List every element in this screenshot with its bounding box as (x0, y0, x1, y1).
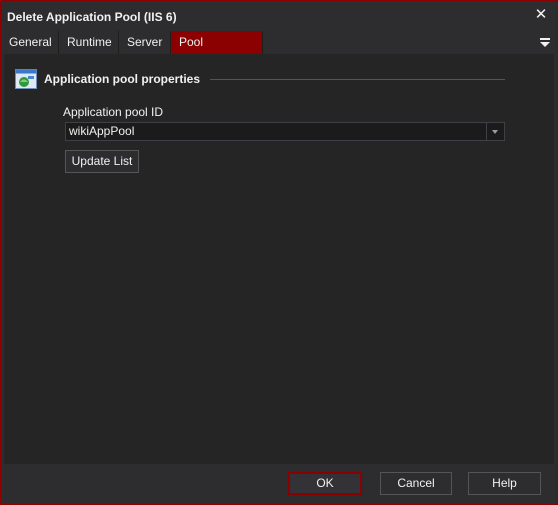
dropdown-arrow-icon[interactable] (486, 123, 504, 140)
tab-server[interactable]: Server (119, 31, 171, 54)
pool-id-value[interactable]: wikiAppPool (69, 124, 134, 138)
ok-button[interactable]: OK (288, 472, 362, 495)
cancel-button[interactable]: Cancel (380, 472, 452, 495)
pool-id-label: Application pool ID (63, 105, 164, 119)
tab-menu-icon[interactable] (539, 35, 551, 49)
close-icon[interactable]: ✕ (533, 7, 549, 23)
tab-pool-properties[interactable]: Pool Properties (171, 31, 263, 72)
update-list-button[interactable]: Update List (65, 150, 139, 173)
dialog-window: Delete Application Pool (IIS 6) ✕ Genera… (0, 0, 558, 505)
tab-general[interactable]: General (1, 31, 59, 54)
window-title: Delete Application Pool (IIS 6) (7, 10, 177, 24)
section-title: Application pool properties (44, 72, 201, 86)
button-bar: OK Cancel Help (1, 464, 557, 504)
tab-runtime[interactable]: Runtime (59, 31, 119, 54)
pool-id-combobox[interactable]: wikiAppPool (65, 122, 505, 141)
section-divider (210, 79, 505, 80)
help-button[interactable]: Help (468, 472, 541, 495)
application-pool-icon (15, 69, 37, 89)
tab-content: Application pool properties Application … (4, 54, 554, 464)
tab-strip: General Runtime Server Pool Properties (1, 31, 557, 72)
title-bar: Delete Application Pool (IIS 6) ✕ (1, 1, 557, 31)
